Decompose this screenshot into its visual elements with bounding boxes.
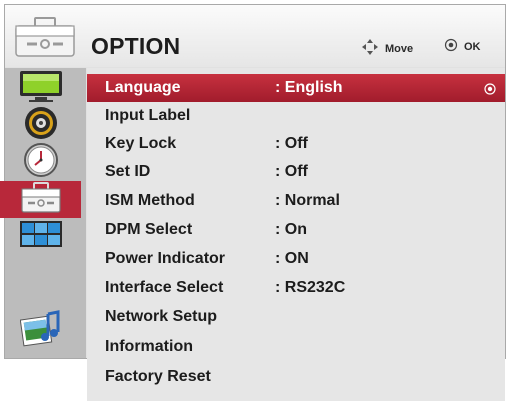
menu-item-information[interactable]: Information bbox=[87, 333, 505, 361]
ok-hint: OK bbox=[444, 38, 481, 55]
sidebar-item-time[interactable] bbox=[0, 142, 81, 183]
option-toolbox-icon bbox=[10, 12, 80, 62]
sidebar-item-audio[interactable] bbox=[0, 107, 81, 144]
header-bar bbox=[5, 5, 505, 67]
sidebar-item-option[interactable] bbox=[0, 181, 81, 218]
sidebar-item-picture[interactable] bbox=[0, 70, 81, 107]
menu-item-label: Key Lock bbox=[105, 135, 177, 152]
menu-item-label: Network Setup bbox=[105, 308, 218, 325]
photo-music-icon bbox=[19, 309, 62, 353]
menu-item-value: : Normal bbox=[275, 192, 340, 209]
menu-item-value: : English bbox=[275, 79, 343, 96]
menu-item-label: Input Label bbox=[105, 107, 191, 124]
time-clock-icon bbox=[23, 142, 59, 183]
menu-item-label: Factory Reset bbox=[105, 368, 211, 385]
menu-item-power-indicator[interactable]: Power Indicator : ON bbox=[87, 245, 505, 273]
menu-item-label: Power Indicator bbox=[105, 250, 226, 267]
menu-item-value: : ON bbox=[275, 250, 309, 267]
ok-button-icon bbox=[444, 38, 458, 55]
audio-speaker-icon bbox=[23, 105, 59, 146]
menu-item-input-label[interactable]: Input Label bbox=[87, 102, 505, 130]
screen-tiles-icon bbox=[19, 220, 63, 253]
menu-item-label: DPM Select bbox=[105, 221, 193, 238]
menu-item-label: Language bbox=[105, 79, 181, 96]
menu-item-interface-select[interactable]: Interface Select : RS232C bbox=[87, 274, 505, 302]
menu-item-factory-reset[interactable]: Factory Reset bbox=[87, 363, 505, 391]
menu-item-key-lock[interactable]: Key Lock : Off bbox=[87, 130, 505, 158]
page-title: OPTION bbox=[91, 33, 181, 59]
move-hint-label: Move bbox=[385, 42, 414, 55]
ok-hint-label: OK bbox=[464, 40, 481, 53]
option-toolbox-icon bbox=[20, 181, 61, 218]
menu-item-label: Information bbox=[105, 338, 193, 355]
menu-item-ism-method[interactable]: ISM Method : Normal bbox=[87, 187, 505, 215]
move-hint: Move bbox=[361, 38, 413, 59]
menu-item-value: : Off bbox=[275, 135, 308, 152]
menu-item-label: Set ID bbox=[105, 163, 151, 180]
menu-item-value: : Off bbox=[275, 163, 308, 180]
menu-item-network-setup[interactable]: Network Setup bbox=[87, 303, 505, 331]
menu-item-value: : On bbox=[275, 221, 307, 238]
menu-item-dpm-select[interactable]: DPM Select : On bbox=[87, 216, 505, 244]
menu-item-label: ISM Method bbox=[105, 192, 195, 209]
sidebar-item-media[interactable] bbox=[0, 309, 81, 353]
menu-item-label: Interface Select bbox=[105, 279, 224, 296]
menu-item-language[interactable]: Language : English bbox=[87, 74, 505, 102]
menu-item-value: : RS232C bbox=[275, 279, 346, 296]
menu-item-set-id[interactable]: Set ID : Off bbox=[87, 158, 505, 186]
move-arrows-icon bbox=[361, 38, 379, 59]
sidebar-item-tile[interactable] bbox=[0, 218, 81, 255]
picture-monitor-icon bbox=[18, 69, 64, 108]
ok-indicator-icon bbox=[484, 82, 496, 95]
